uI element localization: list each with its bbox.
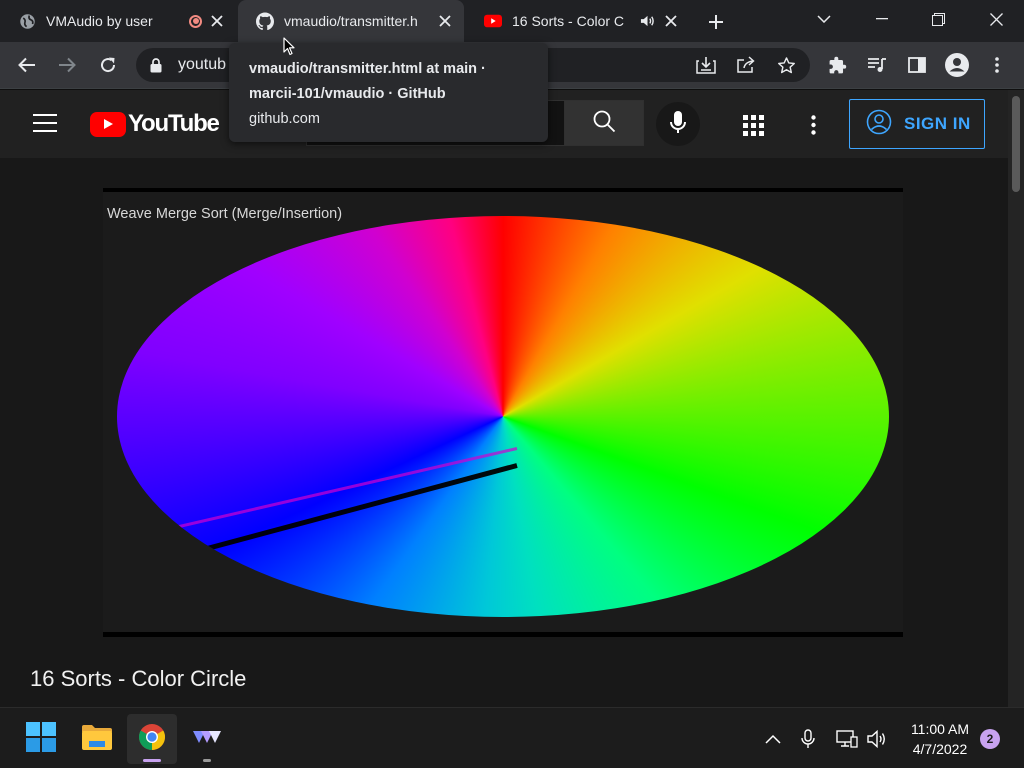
video-title: 16 Sorts - Color Circle — [30, 666, 247, 691]
search-button[interactable] — [564, 100, 644, 146]
reload-button[interactable] — [94, 51, 122, 79]
clock-date: 4/7/2022 — [912, 741, 968, 757]
side-panel-icon[interactable] — [903, 51, 931, 79]
recording-icon — [189, 14, 202, 28]
apps-grid-icon[interactable] — [740, 112, 766, 138]
back-button[interactable] — [13, 51, 41, 79]
vmaudio-app-icon — [192, 729, 222, 750]
browser-tab-strip: VMAudio by user vmaudio/transmitter.h 16… — [0, 0, 1024, 42]
account-circle-icon — [866, 109, 892, 140]
tab-youtube-sorts[interactable]: 16 Sorts - Color C — [466, 0, 690, 42]
new-tab-button[interactable] — [702, 8, 730, 36]
file-explorer-button[interactable] — [72, 714, 122, 764]
close-tab-icon[interactable] — [662, 12, 680, 30]
globe-icon — [18, 12, 36, 30]
youtube-page: YouTube SIGN IN Weave Merge Sort (Merge/… — [0, 90, 1008, 707]
microphone-tray-icon[interactable] — [797, 728, 819, 750]
speaker-icon[interactable] — [638, 12, 656, 30]
tab-hover-tooltip: vmaudio/transmitter.html at main · marci… — [229, 43, 548, 142]
tab-github-transmitter[interactable]: vmaudio/transmitter.h — [238, 0, 464, 42]
windows-taskbar: 11:00 AM 4/7/2022 2 — [0, 707, 1024, 768]
close-tab-icon[interactable] — [436, 12, 454, 30]
video-player[interactable]: Weave Merge Sort (Merge/Insertion) — [103, 188, 903, 637]
close-tab-icon[interactable] — [208, 12, 226, 30]
search-icon — [592, 109, 616, 138]
voice-search-button[interactable] — [656, 102, 700, 146]
system-clock[interactable]: 11:00 AM 4/7/2022 — [900, 719, 980, 759]
show-hidden-icons-chevron-icon[interactable] — [762, 728, 784, 750]
tooltip-domain: github.com — [249, 111, 320, 127]
color-circle-visualization — [117, 216, 889, 617]
microphone-icon — [670, 110, 686, 139]
chrome-icon — [138, 723, 166, 756]
minimize-button[interactable] — [854, 0, 910, 38]
profile-avatar[interactable] — [943, 51, 971, 79]
bookmark-star-icon[interactable] — [773, 53, 799, 77]
tab-title: 16 Sorts - Color C — [512, 13, 625, 29]
video-frame: Weave Merge Sort (Merge/Insertion) — [103, 192, 903, 632]
extensions-icon[interactable] — [823, 51, 851, 79]
youtube-logo[interactable]: YouTube — [90, 110, 220, 138]
notification-badge[interactable]: 2 — [980, 729, 1000, 749]
active-indicator — [143, 759, 161, 762]
tab-search-button[interactable] — [796, 0, 852, 38]
running-indicator — [203, 759, 211, 762]
mouse-cursor-icon — [283, 37, 295, 61]
folder-icon — [81, 723, 113, 756]
windows-logo-icon — [26, 721, 56, 757]
more-options-icon[interactable] — [800, 112, 826, 138]
network-icon[interactable] — [836, 728, 858, 750]
youtube-play-icon — [90, 111, 126, 137]
chrome-taskbar-button[interactable] — [127, 714, 177, 764]
chrome-menu-icon[interactable] — [983, 51, 1011, 79]
lock-icon[interactable] — [150, 58, 162, 78]
restore-button[interactable] — [910, 0, 966, 38]
install-app-icon[interactable] — [693, 53, 719, 77]
github-icon — [256, 12, 274, 30]
tab-title: VMAudio by user — [46, 13, 153, 29]
scrollbar-thumb[interactable] — [1012, 96, 1020, 192]
start-button[interactable] — [16, 714, 66, 764]
page-scrollbar[interactable] — [1008, 90, 1024, 707]
sign-in-button[interactable]: SIGN IN — [849, 99, 985, 149]
media-control-icon[interactable] — [863, 51, 891, 79]
forward-button[interactable] — [53, 51, 81, 79]
vmaudio-app-button[interactable] — [182, 714, 232, 764]
youtube-brand-text: YouTube — [128, 110, 220, 137]
tab-vmaudio[interactable]: VMAudio by user — [0, 0, 236, 42]
share-icon[interactable] — [733, 53, 759, 77]
hamburger-menu-icon[interactable] — [33, 114, 57, 134]
sign-in-label: SIGN IN — [904, 114, 971, 133]
youtube-icon — [484, 12, 502, 30]
volume-icon[interactable] — [866, 728, 888, 750]
tooltip-title-line2: marcii-101/vmaudio · GitHub — [249, 86, 446, 102]
tab-title: vmaudio/transmitter.h — [284, 13, 418, 29]
clock-time: 11:00 AM — [910, 721, 970, 737]
color-wheel-gradient — [117, 216, 889, 617]
close-window-button[interactable] — [968, 0, 1024, 38]
